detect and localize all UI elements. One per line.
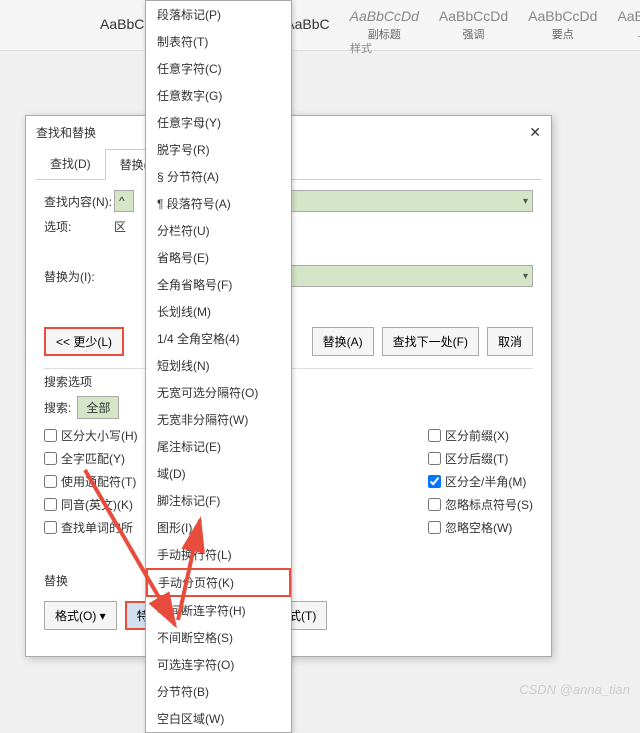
menu-item-11[interactable]: 长划线(M)	[146, 298, 291, 325]
tab-find[interactable]: 查找(D)	[36, 149, 105, 179]
less-button[interactable]: << 更少(L)	[44, 327, 124, 356]
menu-item-0[interactable]: 段落标记(P)	[146, 1, 291, 28]
menu-item-5[interactable]: 脱字号(R)	[146, 136, 291, 163]
menu-item-26[interactable]: 空白区域(W)	[146, 705, 291, 732]
menu-item-24[interactable]: 可选连字符(O)	[146, 651, 291, 678]
ribbon-styles: AaBbC AaBb AaBbC AaBbC AaBbCcDd副标题 AaBbC…	[0, 0, 640, 51]
check-case[interactable]: 区分大小写(H)	[44, 427, 138, 444]
menu-item-16[interactable]: 尾注标记(E)	[146, 433, 291, 460]
check-prefix[interactable]: 区分前缀(X)	[428, 427, 533, 444]
check-soundslike[interactable]: 同音(英文)(K)	[44, 496, 138, 513]
menu-item-17[interactable]: 域(D)	[146, 460, 291, 487]
watermark: CSDN @anna_tian	[519, 682, 630, 697]
menu-item-12[interactable]: 1/4 全角空格(4)	[146, 325, 291, 352]
menu-item-23[interactable]: 不间断空格(S)	[146, 624, 291, 651]
menu-item-9[interactable]: 省略号(E)	[146, 244, 291, 271]
search-direction-label: 搜索:	[44, 399, 71, 416]
menu-item-15[interactable]: 无宽非分隔符(W)	[146, 406, 291, 433]
find-dropdown[interactable]: ▾	[284, 190, 533, 212]
options-value: 区	[114, 218, 126, 235]
check-suffix[interactable]: 区分后缀(T)	[428, 450, 533, 467]
check-wholeword[interactable]: 全字匹配(Y)	[44, 450, 138, 467]
find-next-button[interactable]: 查找下一处(F)	[382, 327, 479, 356]
menu-item-21[interactable]: 手动分页符(K)	[146, 568, 291, 597]
special-format-menu: 段落标记(P)制表符(T)任意字符(C)任意数字(G)任意字母(Y)脱字号(R)…	[145, 0, 292, 733]
menu-item-6[interactable]: § 分节符(A)	[146, 163, 291, 190]
replace-input[interactable]: ▾	[274, 265, 533, 287]
left-checks: 区分大小写(H) 全字匹配(Y) 使用通配符(T) 同音(英文)(K) 查找单词…	[44, 427, 138, 542]
menu-item-3[interactable]: 任意数字(G)	[146, 82, 291, 109]
menu-item-1[interactable]: 制表符(T)	[146, 28, 291, 55]
chevron-down-icon: ▾	[523, 196, 528, 207]
options-label: 选项:	[44, 218, 114, 235]
menu-item-14[interactable]: 无宽可选分隔符(O)	[146, 379, 291, 406]
replace-label: 替换为(I):	[44, 268, 114, 285]
style-body[interactable]: AaBbCcDd→正文	[617, 8, 640, 42]
close-icon[interactable]: ✕	[529, 124, 541, 141]
check-punct[interactable]: 忽略标点符号(S)	[428, 496, 533, 513]
menu-item-7[interactable]: ¶ 段落符号(A)	[146, 190, 291, 217]
menu-item-4[interactable]: 任意字母(Y)	[146, 109, 291, 136]
cancel-button[interactable]: 取消	[487, 327, 533, 356]
ribbon-section-label: 样式	[350, 40, 372, 56]
style-emphasis[interactable]: AaBbCcDd强调	[439, 8, 508, 42]
menu-item-8[interactable]: 分栏符(U)	[146, 217, 291, 244]
format-button[interactable]: 格式(O) ▾	[44, 601, 117, 630]
menu-item-13[interactable]: 短划线(N)	[146, 352, 291, 379]
dialog-title: 查找和替换	[36, 124, 96, 141]
style-subtitle[interactable]: AaBbCcDd副标题	[350, 8, 419, 42]
menu-item-20[interactable]: 手动换行符(L)	[146, 541, 291, 568]
chevron-down-icon: ▾	[523, 271, 528, 282]
check-width[interactable]: 区分全/半角(M)	[428, 473, 533, 490]
style-1[interactable]: AaBbC	[100, 16, 144, 34]
style-point[interactable]: AaBbCcDd要点	[528, 8, 597, 42]
right-checks: 区分前缀(X) 区分后缀(T) 区分全/半角(M) 忽略标点符号(S) 忽略空格…	[428, 427, 533, 542]
check-wildcard[interactable]: 使用通配符(T)	[44, 473, 138, 490]
menu-item-19[interactable]: 图形(I)	[146, 514, 291, 541]
check-space[interactable]: 忽略空格(W)	[428, 519, 533, 536]
find-label: 查找内容(N):	[44, 193, 114, 210]
check-wordforms[interactable]: 查找单词的所	[44, 519, 138, 536]
replace-all-button[interactable]: 替换(A)	[312, 327, 374, 356]
search-direction-combo[interactable]: 全部	[77, 396, 119, 419]
menu-item-2[interactable]: 任意字符(C)	[146, 55, 291, 82]
menu-item-10[interactable]: 全角省略号(F)	[146, 271, 291, 298]
find-input[interactable]: ^	[114, 190, 134, 212]
menu-item-18[interactable]: 脚注标记(F)	[146, 487, 291, 514]
menu-item-22[interactable]: 不间断连字符(H)	[146, 597, 291, 624]
